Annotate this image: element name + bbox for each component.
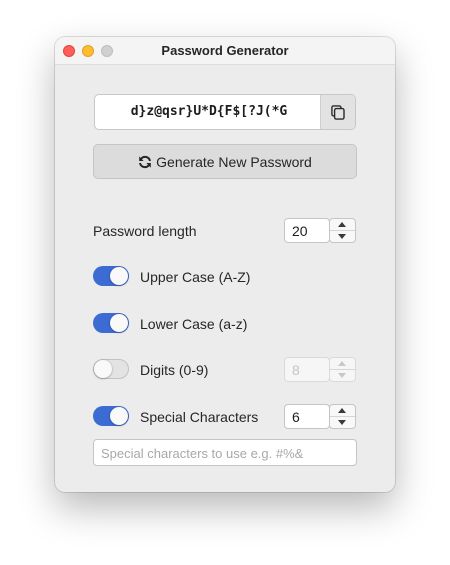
uppercase-label: Upper Case (A-Z) xyxy=(140,269,251,285)
chevron-up-icon xyxy=(338,222,346,227)
special-characters-input[interactable] xyxy=(101,444,349,462)
password-length-label: Password length xyxy=(93,223,197,239)
special-increment-button[interactable] xyxy=(330,405,355,417)
uppercase-toggle[interactable] xyxy=(93,266,129,286)
digits-count-stepper[interactable] xyxy=(329,357,356,382)
toggle-knob xyxy=(110,267,128,285)
length-increment-button[interactable] xyxy=(330,219,355,231)
special-characters-input-wrap[interactable] xyxy=(93,439,357,466)
length-decrement-button[interactable] xyxy=(330,231,355,242)
title-bar: Password Generator xyxy=(55,37,395,65)
chevron-up-icon xyxy=(338,361,346,366)
special-decrement-button[interactable] xyxy=(330,417,355,428)
generate-password-button[interactable]: Generate New Password xyxy=(93,144,357,179)
chevron-down-icon xyxy=(338,420,346,425)
refresh-icon xyxy=(139,155,152,169)
chevron-down-icon xyxy=(338,373,346,378)
digits-count-field[interactable]: 8 xyxy=(284,357,330,382)
copy-button[interactable] xyxy=(320,95,355,129)
toggle-knob xyxy=(94,360,112,378)
window-title: Password Generator xyxy=(161,43,289,58)
app-window: Password Generator d}z@qsr}U*D{F$[?J(*G … xyxy=(55,37,395,492)
special-characters-label: Special Characters xyxy=(140,409,259,425)
chevron-down-icon xyxy=(338,234,346,239)
chevron-up-icon xyxy=(338,408,346,413)
lowercase-toggle[interactable] xyxy=(93,313,129,333)
copy-icon xyxy=(331,105,345,120)
lowercase-label: Lower Case (a-z) xyxy=(140,316,248,332)
toggle-knob xyxy=(110,407,128,425)
digits-label: Digits (0-9) xyxy=(140,362,209,378)
password-display[interactable]: d}z@qsr}U*D{F$[?J(*G xyxy=(94,94,356,130)
digits-decrement-button[interactable] xyxy=(330,370,355,381)
special-count-field[interactable]: 6 xyxy=(284,404,330,429)
generate-button-label: Generate New Password xyxy=(156,154,312,170)
password-length-field[interactable]: 20 xyxy=(284,218,330,243)
special-count-stepper[interactable] xyxy=(329,404,356,429)
special-characters-toggle[interactable] xyxy=(93,406,129,426)
digits-increment-button[interactable] xyxy=(330,358,355,370)
password-text[interactable]: d}z@qsr}U*D{F$[?J(*G xyxy=(95,104,323,119)
digits-toggle[interactable] xyxy=(93,359,129,379)
password-length-stepper[interactable] xyxy=(329,218,356,243)
toggle-knob xyxy=(110,314,128,332)
